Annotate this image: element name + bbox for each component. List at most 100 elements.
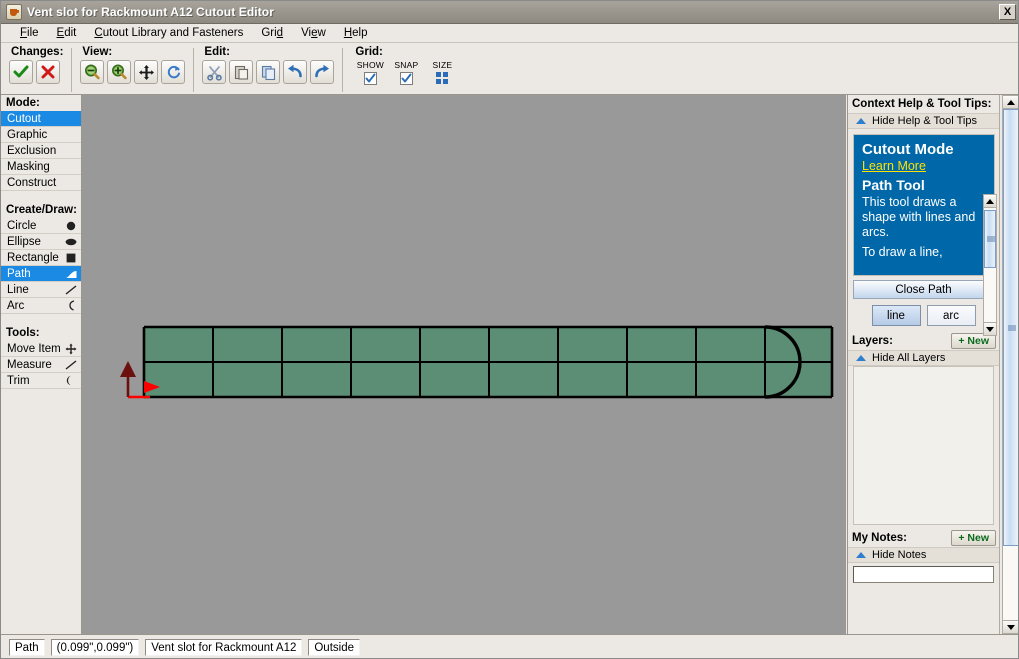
learn-more-link[interactable]: Learn More bbox=[862, 159, 926, 173]
sidebar-item-trim[interactable]: Trim bbox=[1, 373, 81, 389]
sidebar-item-construct[interactable]: Construct bbox=[1, 175, 81, 191]
cut-button[interactable] bbox=[202, 60, 227, 84]
scissors-icon bbox=[207, 65, 222, 81]
reject-changes-button[interactable] bbox=[36, 60, 60, 84]
hide-notes-toggle[interactable]: Hide Notes bbox=[848, 547, 999, 563]
sidebar-item-label: Cutout bbox=[7, 112, 41, 125]
grid-group-label: Grid: bbox=[355, 46, 383, 58]
help-mode-heading: Cutout Mode bbox=[862, 141, 954, 158]
layers-list[interactable] bbox=[853, 366, 994, 525]
edit-group-label: Edit: bbox=[204, 46, 230, 58]
grip-lines-icon bbox=[1008, 324, 1016, 331]
grid-show-checkbox[interactable] bbox=[363, 72, 377, 85]
menu-edit[interactable]: Edit bbox=[48, 25, 86, 41]
hide-help-toggle[interactable]: Hide Help & Tool Tips bbox=[848, 113, 999, 129]
copy-button[interactable] bbox=[256, 60, 281, 84]
clipboard-paste-icon bbox=[234, 65, 248, 80]
grid-size-icon[interactable] bbox=[435, 72, 449, 85]
status-tool: Path bbox=[9, 639, 45, 656]
grid-snap-label: SNAP bbox=[394, 60, 419, 70]
arc-curve-icon bbox=[65, 300, 77, 312]
help-scrollbar[interactable] bbox=[983, 194, 997, 336]
right-scrollbar-track-wrap[interactable] bbox=[1002, 95, 1018, 634]
sidebar-item-label: Ellipse bbox=[7, 235, 41, 248]
grid-show-column: SHOW bbox=[355, 60, 385, 85]
help-scroll-up-button[interactable] bbox=[984, 195, 996, 208]
grid-snap-checkbox[interactable] bbox=[399, 72, 413, 85]
filled-circle-icon bbox=[65, 220, 77, 232]
sidebar-item-arc[interactable]: Arc bbox=[1, 298, 81, 314]
sidebar-item-graphic[interactable]: Graphic bbox=[1, 127, 81, 143]
vent-slot-shape[interactable] bbox=[82, 95, 846, 634]
status-coordinates: (0.099",0.099") bbox=[50, 639, 140, 656]
right-scroll-track[interactable] bbox=[1003, 109, 1018, 620]
sidebar-item-masking[interactable]: Masking bbox=[1, 159, 81, 175]
java-coffee-cup-icon bbox=[6, 4, 22, 20]
checkmark-icon bbox=[401, 73, 412, 83]
undo-button[interactable] bbox=[283, 60, 308, 84]
sidebar-item-label: Circle bbox=[7, 219, 37, 232]
hide-all-layers-label: Hide All Layers bbox=[872, 352, 946, 364]
right-scroll-down-button[interactable] bbox=[1003, 620, 1018, 633]
arrow-up-icon bbox=[986, 198, 994, 204]
paste-button[interactable] bbox=[229, 60, 254, 84]
right-panel-scrollbar[interactable] bbox=[999, 95, 1018, 634]
triangle-up-icon bbox=[856, 552, 866, 558]
zoom-out-button[interactable] bbox=[80, 60, 105, 84]
notes-title-label: My Notes: bbox=[852, 532, 907, 544]
toolbar-group-grid: Grid: SHOW SNAP SIZE bbox=[353, 46, 457, 93]
sidebar-item-line[interactable]: Line bbox=[1, 282, 81, 298]
grid-snap-column: SNAP bbox=[391, 60, 421, 85]
y-axis-arrowhead bbox=[120, 361, 136, 377]
toolbar-separator-3 bbox=[342, 48, 344, 92]
menu-grid[interactable]: Grid bbox=[252, 25, 292, 41]
sidebar-item-label: Exclusion bbox=[7, 144, 57, 157]
cutout-editor-window: Vent slot for Rackmount A12 Cutout Edito… bbox=[0, 0, 1019, 659]
drawing-canvas[interactable] bbox=[82, 95, 846, 634]
new-note-button[interactable]: + New bbox=[951, 530, 996, 546]
notes-header: My Notes: + New bbox=[848, 529, 999, 547]
changes-group-label: Changes: bbox=[11, 46, 64, 58]
pan-button[interactable] bbox=[134, 60, 159, 84]
sidebar-item-path[interactable]: Path bbox=[1, 266, 81, 282]
close-path-button[interactable]: Close Path bbox=[853, 280, 994, 299]
grid-size-label: SIZE bbox=[432, 60, 453, 70]
sidebar-item-label: Masking bbox=[7, 160, 50, 173]
notes-input[interactable] bbox=[853, 566, 994, 583]
refresh-button[interactable] bbox=[161, 60, 186, 84]
redo-button[interactable] bbox=[310, 60, 335, 84]
help-scroll-down-button[interactable] bbox=[984, 322, 996, 335]
status-bar: Path (0.099",0.099") Vent slot for Rackm… bbox=[1, 634, 1018, 658]
magnifier-plus-icon bbox=[112, 64, 128, 80]
zoom-in-button[interactable] bbox=[107, 60, 132, 84]
ruler-line-icon bbox=[65, 359, 77, 371]
arrow-down-icon bbox=[1007, 624, 1015, 630]
sidebar-item-exclusion[interactable]: Exclusion bbox=[1, 143, 81, 159]
line-segment-button[interactable]: line bbox=[871, 305, 921, 326]
menu-help[interactable]: Help bbox=[335, 25, 377, 41]
redo-arrow-icon bbox=[315, 64, 330, 78]
help-tool-heading: Path Tool bbox=[862, 177, 925, 193]
help-scroll-thumb[interactable] bbox=[984, 210, 996, 268]
menu-view[interactable]: View bbox=[292, 25, 335, 41]
toolbar-group-changes: Changes: bbox=[9, 46, 63, 93]
sidebar-item-ellipse[interactable]: Ellipse bbox=[1, 234, 81, 250]
menu-cutout-library-and-fasteners[interactable]: Cutout Library and Fasteners bbox=[85, 25, 252, 41]
diagonal-line-icon bbox=[65, 284, 77, 296]
sidebar-item-rectangle[interactable]: Rectangle bbox=[1, 250, 81, 266]
accept-changes-button[interactable] bbox=[9, 60, 33, 84]
sidebar-item-move-item[interactable]: Move Item bbox=[1, 341, 81, 357]
sidebar-item-cutout[interactable]: Cutout bbox=[1, 111, 81, 127]
hide-all-layers-toggle[interactable]: Hide All Layers bbox=[848, 350, 999, 366]
arc-segment-button[interactable]: arc bbox=[926, 305, 976, 326]
right-scroll-thumb[interactable] bbox=[1003, 109, 1018, 546]
right-scroll-up-button[interactable] bbox=[1003, 96, 1018, 109]
sidebar-item-measure[interactable]: Measure bbox=[1, 357, 81, 373]
notes-input-row bbox=[848, 563, 999, 583]
magnifier-minus-icon bbox=[85, 64, 101, 80]
close-icon[interactable]: X bbox=[999, 4, 1016, 20]
help-scroll-track[interactable] bbox=[984, 208, 996, 322]
sidebar-item-circle[interactable]: Circle bbox=[1, 218, 81, 234]
menu-file[interactable]: File bbox=[11, 25, 48, 41]
